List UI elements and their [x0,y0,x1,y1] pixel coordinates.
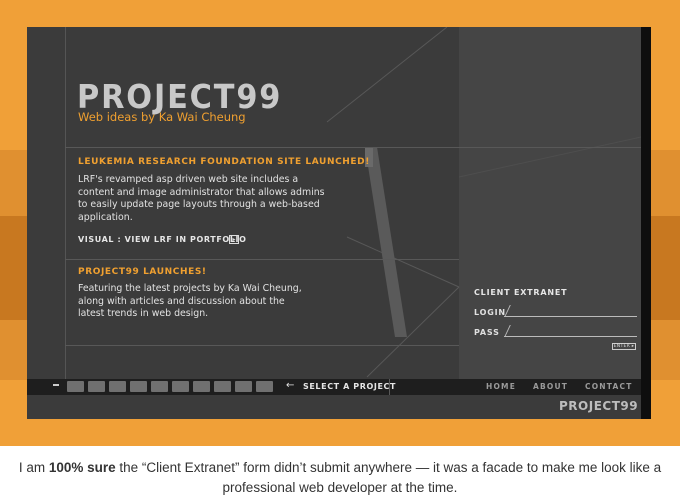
news-title: LEUKEMIA RESEARCH FOUNDATION SITE LAUNCH… [78,157,370,167]
project-tab[interactable] [235,381,252,392]
enter-button[interactable]: ENTER ▸ [612,343,636,350]
project-tab[interactable] [193,381,210,392]
nav-contact[interactable]: CONTACT [585,382,633,391]
website-screenshot: PROJECT99 Web ideas by Ka Wai Cheung LEU… [27,27,651,419]
site-tagline: Web ideas by Ka Wai Cheung [78,110,246,124]
login-field[interactable] [504,305,637,317]
arrow-box-icon[interactable]: ▸ [229,235,239,244]
nav-about[interactable]: ABOUT [533,382,568,391]
image-caption: I am 100% sure the “Client Extranet” for… [18,460,662,495]
project-tab[interactable] [88,381,105,392]
emphasis: 100% sure [48,460,116,475]
footer-logo[interactable]: PROJECT99 [559,399,638,413]
divider [65,259,459,260]
project-tab[interactable] [172,381,189,392]
login-label: LOGIN [474,308,506,317]
left-arrow-icon: ← [286,380,295,391]
password-field[interactable] [504,325,637,337]
nav-home[interactable]: HOME [486,382,516,391]
pass-label: PASS [474,328,500,337]
divider [389,379,390,395]
minimize-dash-icon[interactable] [53,384,59,386]
divider [65,345,459,346]
extranet-title: CLIENT EXTRANET [474,288,568,297]
project-tab[interactable] [109,381,126,392]
right-edge [641,27,651,419]
project-tab[interactable] [67,381,84,392]
divider [65,147,641,148]
news-body: LRF's revamped asp driven web site inclu… [78,174,325,223]
project-tab[interactable] [151,381,168,392]
select-project-label: SELECT A PROJECT [303,382,397,391]
portfolio-link[interactable]: VISUAL : VIEW LRF IN PORTFOLIO [78,235,247,244]
project-tab[interactable] [214,381,231,392]
project-tab[interactable] [130,381,147,392]
news-body: Featuring the latest projects by Ka Wai … [78,283,302,320]
project-tab[interactable] [256,381,273,392]
news-title: PROJECT99 LAUNCHES! [78,267,207,277]
